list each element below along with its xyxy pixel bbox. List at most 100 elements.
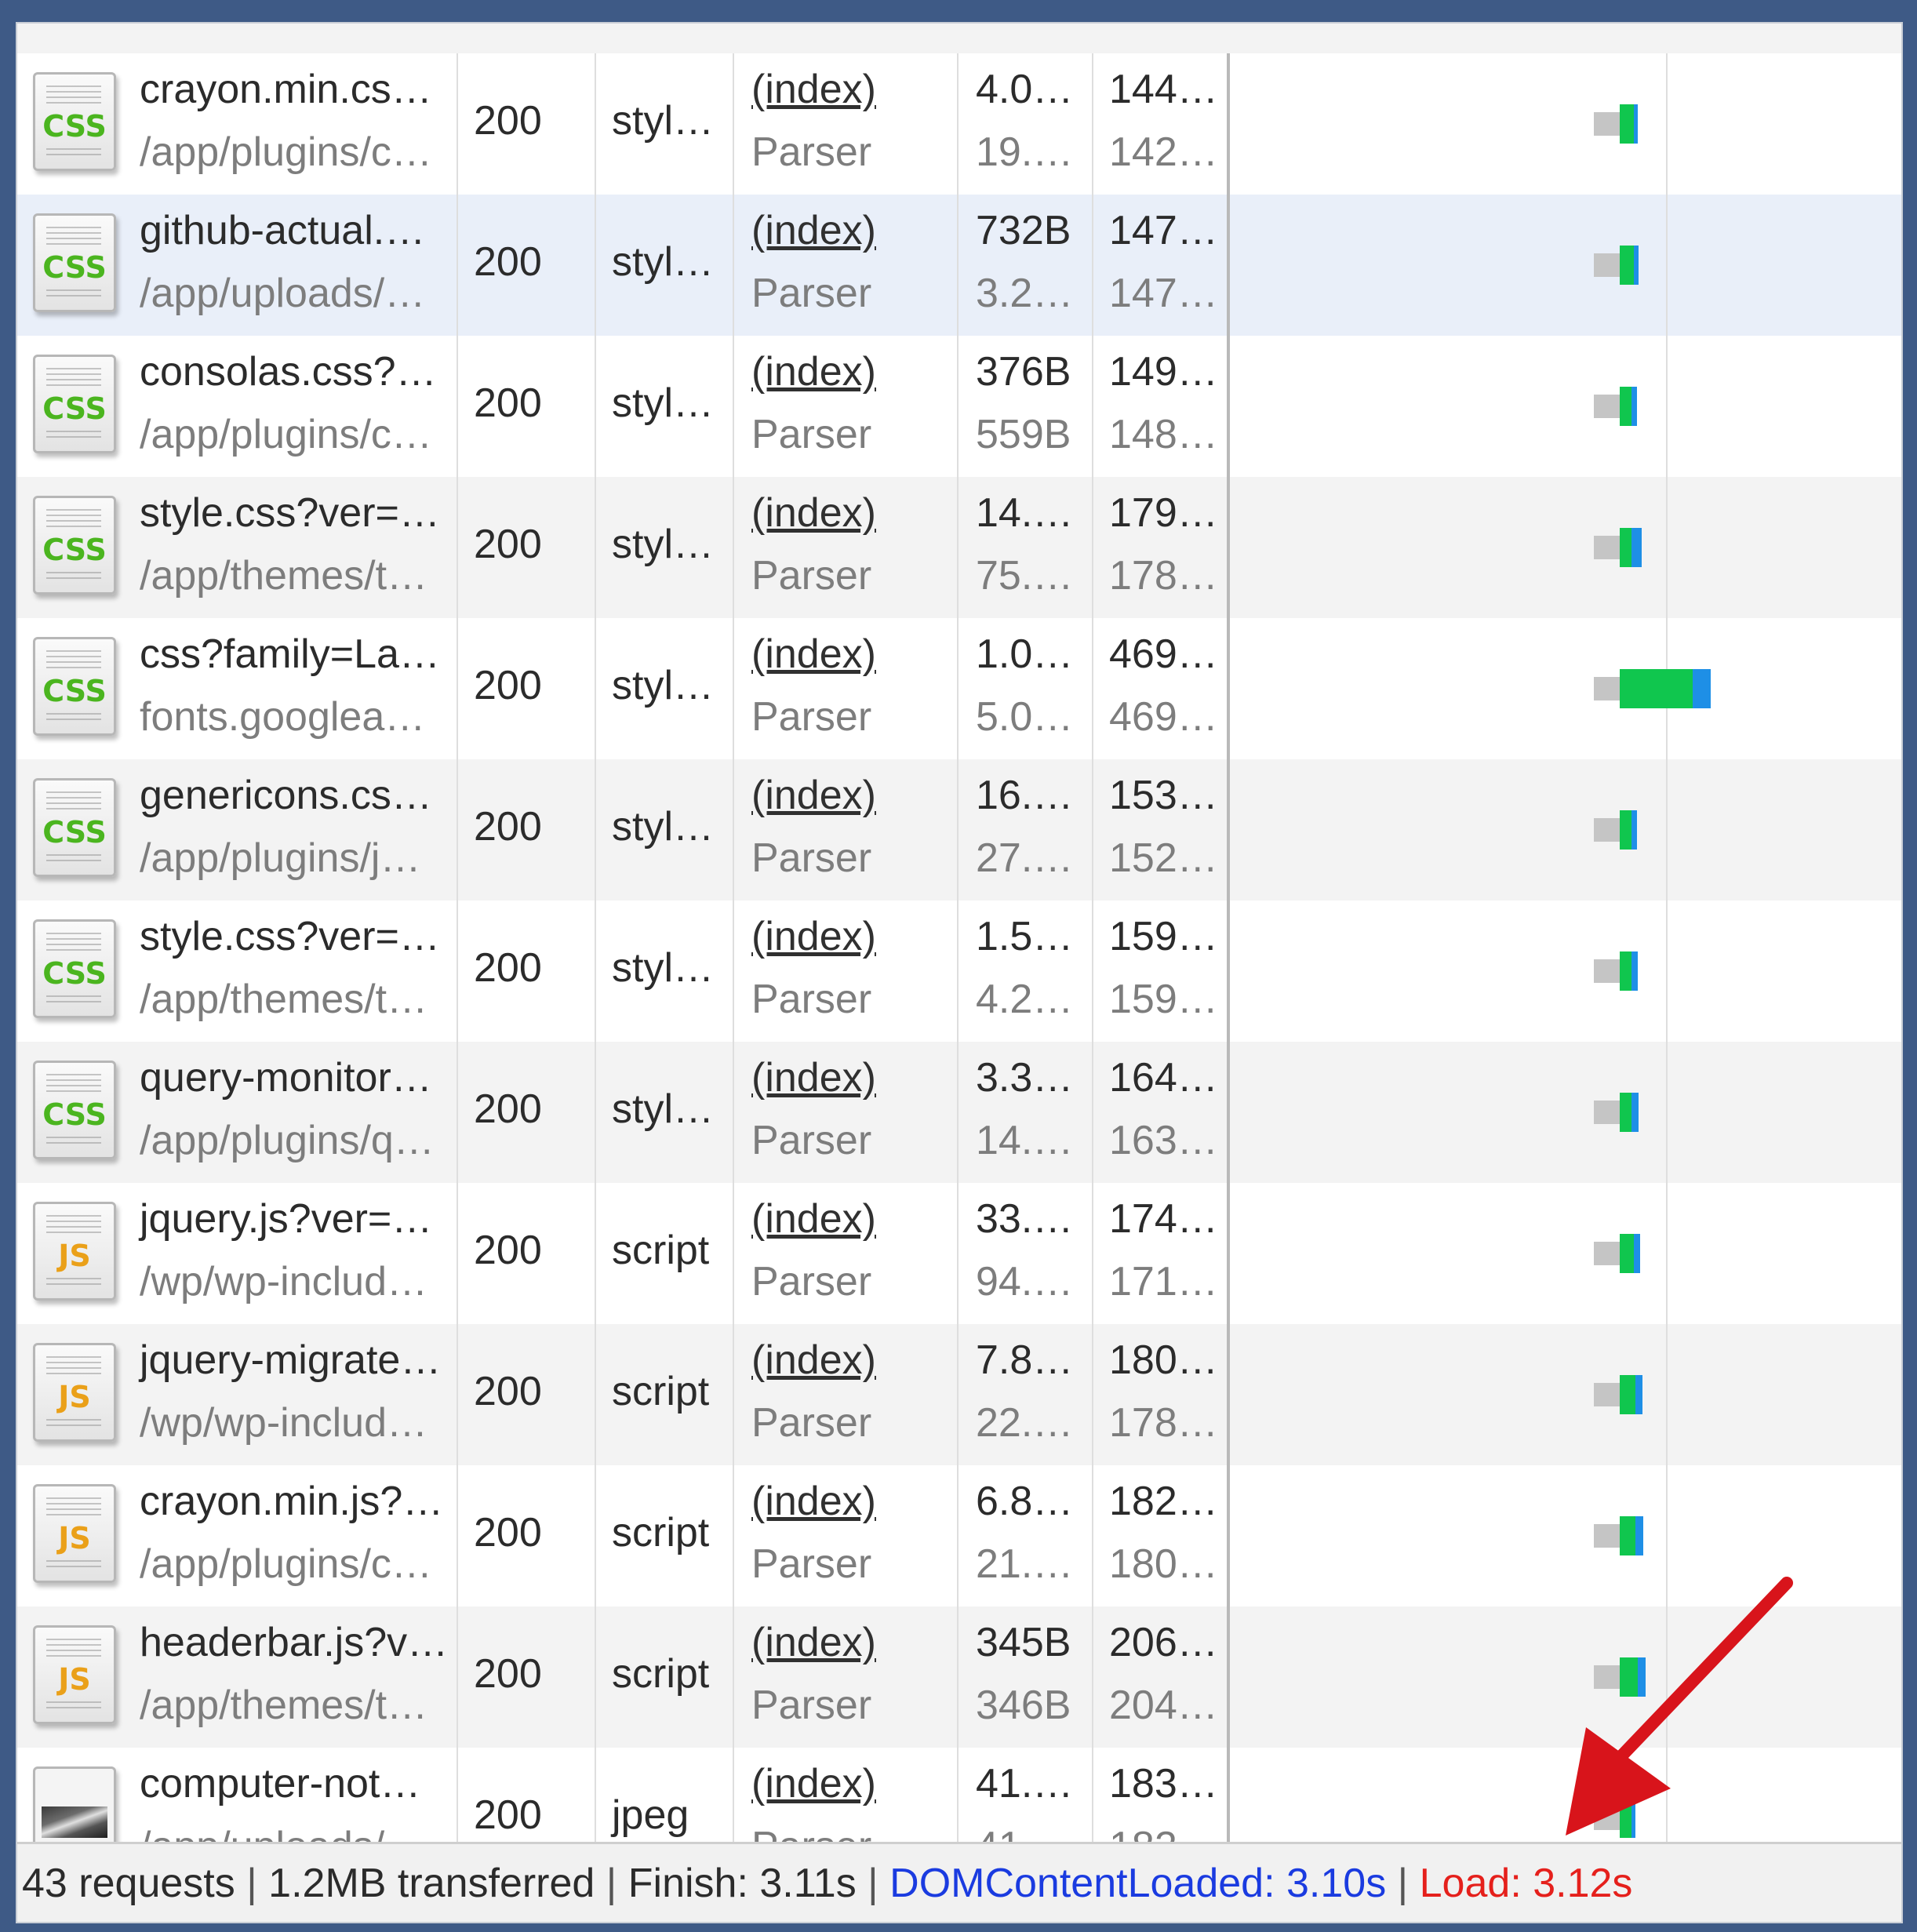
initiator-link[interactable]: (index) xyxy=(751,1478,876,1525)
initiator-link[interactable]: (index) xyxy=(751,66,876,113)
resource-type: styl… xyxy=(612,380,714,426)
initiator-cell: (index) Parser xyxy=(734,759,958,901)
request-name[interactable]: jquery-migrate… xyxy=(140,1337,441,1384)
name-cell[interactable]: CSS css?family=La… fonts.googlea… xyxy=(17,618,458,759)
column-divider xyxy=(1666,1183,1668,1324)
initiator-link[interactable]: (index) xyxy=(751,1195,876,1243)
initiator-link[interactable]: (index) xyxy=(751,207,876,254)
table-row[interactable]: JS jquery-migrate… /wp/wp-includ… 200 script… xyxy=(17,1324,1901,1465)
content-size: 22.… xyxy=(976,1400,1074,1446)
status-code: 200 xyxy=(474,1651,542,1697)
waterfall-waiting-bar xyxy=(1594,395,1620,418)
resource-type: styl… xyxy=(612,945,714,991)
time-cell: 144… 142… xyxy=(1093,53,1228,195)
name-cell[interactable]: CSS consolas.css?… /app/plugins/c… xyxy=(17,336,458,477)
content-size: 346B xyxy=(976,1683,1071,1728)
table-row[interactable]: CSS consolas.css?… /app/plugins/c… 200 styl…… xyxy=(17,336,1901,477)
request-name[interactable]: github-actual.… xyxy=(140,207,425,254)
text-lines-decoration xyxy=(46,289,101,300)
name-cell[interactable]: JS jquery-migrate… /wp/wp-includ… xyxy=(17,1324,458,1465)
transferred-size: 1.2MB transferred xyxy=(268,1861,595,1906)
initiator-link[interactable]: (index) xyxy=(751,489,876,537)
table-row[interactable]: CSS style.css?ver=… /app/themes/t… 200 styl…… xyxy=(17,477,1901,618)
size-cell: 345B 346B xyxy=(958,1606,1093,1748)
transfer-size: 7.8… xyxy=(976,1337,1074,1383)
time-cell: 164… 163… xyxy=(1093,1042,1228,1183)
initiator-link[interactable]: (index) xyxy=(751,631,876,678)
initiator-type: Parser xyxy=(751,835,872,881)
content-size: 75.… xyxy=(976,553,1074,599)
waterfall-receiving-bar xyxy=(1620,1516,1635,1555)
request-name[interactable]: css?family=La… xyxy=(140,631,440,678)
initiator-link[interactable]: (index) xyxy=(751,1337,876,1384)
waterfall-waiting-bar xyxy=(1594,253,1620,277)
request-name[interactable]: style.css?ver=… xyxy=(140,489,440,537)
resource-type-cell: styl… xyxy=(596,477,734,618)
waterfall-content-bar xyxy=(1634,246,1639,285)
request-name[interactable]: style.css?ver=… xyxy=(140,913,440,960)
initiator-cell: (index) Parser xyxy=(734,195,958,336)
name-cell[interactable]: JS crayon.min.js?… /app/plugins/c… xyxy=(17,1465,458,1606)
content-size: 3.2… xyxy=(976,271,1074,316)
initiator-type: Parser xyxy=(751,1541,872,1587)
status-code: 200 xyxy=(474,1792,542,1838)
table-row[interactable]: CSS style.css?ver=… /app/themes/t… 200 styl…… xyxy=(17,901,1901,1042)
file-type-label: JS xyxy=(58,1521,91,1555)
request-name[interactable]: computer-not… xyxy=(140,1760,420,1807)
request-name[interactable]: jquery.js?ver=… xyxy=(140,1195,432,1243)
waterfall-receiving-bar xyxy=(1620,1234,1634,1273)
request-name[interactable]: consolas.css?… xyxy=(140,348,437,395)
name-cell[interactable]: JS headerbar.js?v… /app/themes/t… xyxy=(17,1606,458,1748)
waterfall-receiving-bar xyxy=(1620,810,1631,850)
transfer-size: 4.0… xyxy=(976,67,1074,112)
request-name[interactable]: genericons.cs… xyxy=(140,772,432,819)
resource-type-cell: styl… xyxy=(596,195,734,336)
name-cell[interactable]: CSS crayon.min.cs… /app/plugins/c… xyxy=(17,53,458,195)
name-cell[interactable]: CSS github-actual.… /app/uploads/… xyxy=(17,195,458,336)
initiator-link[interactable]: (index) xyxy=(751,1054,876,1101)
table-row[interactable]: CSS query-monitor… /app/plugins/q… 200 styl…… xyxy=(17,1042,1901,1183)
total-time: 144… xyxy=(1109,67,1218,112)
status-code: 200 xyxy=(474,522,542,567)
request-name[interactable]: query-monitor… xyxy=(140,1054,432,1101)
transfer-size: 732B xyxy=(976,208,1071,253)
transfer-size: 14.… xyxy=(976,490,1074,536)
initiator-link[interactable]: (index) xyxy=(751,913,876,960)
initiator-link[interactable]: (index) xyxy=(751,348,876,395)
table-row[interactable]: JS jquery.js?ver=… /wp/wp-includ… 200 script… xyxy=(17,1183,1901,1324)
status-code: 200 xyxy=(474,98,542,144)
status-code-cell: 200 xyxy=(458,477,596,618)
resource-type: jpeg xyxy=(612,1792,689,1838)
file-type-label: CSS xyxy=(42,956,107,991)
size-cell: 7.8… 22.… xyxy=(958,1324,1093,1465)
initiator-cell: (index) Parser xyxy=(734,901,958,1042)
initiator-link[interactable]: (index) xyxy=(751,1619,876,1666)
initiator-cell: (index) Parser xyxy=(734,618,958,759)
initiator-link[interactable]: (index) xyxy=(751,1760,876,1807)
table-row[interactable]: CSS crayon.min.cs… /app/plugins/c… 200 styl…… xyxy=(17,53,1901,195)
name-cell[interactable]: CSS style.css?ver=… /app/themes/t… xyxy=(17,477,458,618)
name-cell[interactable]: JS jquery.js?ver=… /wp/wp-includ… xyxy=(17,1183,458,1324)
size-cell: 6.8… 21.… xyxy=(958,1465,1093,1606)
request-name[interactable]: headerbar.js?v… xyxy=(140,1619,448,1666)
waterfall-waiting-bar xyxy=(1594,1383,1620,1406)
table-row[interactable]: CSS github-actual.… /app/uploads/… 200 styl…… xyxy=(17,195,1901,336)
column-divider xyxy=(1666,477,1668,618)
request-name[interactable]: crayon.min.js?… xyxy=(140,1478,443,1525)
time-cell: 153… 152… xyxy=(1093,759,1228,901)
table-row[interactable]: CSS css?family=La… fonts.googlea… 200 styl… (… xyxy=(17,618,1901,759)
content-size: 4.2… xyxy=(976,977,1074,1022)
waterfall-content-bar xyxy=(1631,528,1642,567)
name-cell[interactable]: CSS query-monitor… /app/plugins/q… xyxy=(17,1042,458,1183)
name-cell[interactable]: CSS genericons.cs… /app/plugins/j… xyxy=(17,759,458,901)
size-cell: 33.… 94.… xyxy=(958,1183,1093,1324)
table-row[interactable]: CSS genericons.cs… /app/plugins/j… 200 styl…… xyxy=(17,759,1901,901)
latency: 147… xyxy=(1109,271,1218,316)
name-cell[interactable]: CSS style.css?ver=… /app/themes/t… xyxy=(17,901,458,1042)
resource-type: styl… xyxy=(612,239,714,285)
latency: 159… xyxy=(1109,977,1218,1022)
transfer-size: 1.0… xyxy=(976,631,1074,677)
initiator-link[interactable]: (index) xyxy=(751,772,876,819)
column-divider xyxy=(1666,195,1668,336)
request-name[interactable]: crayon.min.cs… xyxy=(140,66,432,113)
